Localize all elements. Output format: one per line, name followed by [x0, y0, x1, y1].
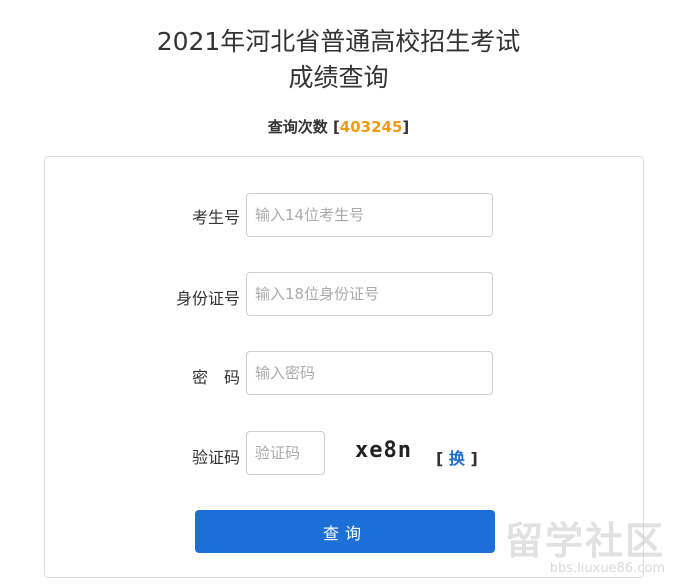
- id-card-label: 身份证号: [175, 289, 240, 308]
- refresh-label[interactable]: 换: [449, 449, 465, 468]
- exam-id-input[interactable]: [246, 193, 493, 237]
- counter-value: 403245: [339, 118, 403, 136]
- captcha-image[interactable]: xe8n: [355, 438, 412, 463]
- title-line-1: 2021年河北省普通高校招生考试: [156, 27, 521, 56]
- password-label: 密 码: [191, 368, 240, 387]
- title-line-2: 成绩查询: [288, 63, 389, 92]
- watermark-url: bbs.liuxue86.com: [549, 561, 665, 576]
- id-card-input[interactable]: [246, 272, 493, 316]
- page-title: 2021年河北省普通高校招生考试 成绩查询: [0, 24, 677, 96]
- query-counter: 查询次数 [403245]: [0, 116, 677, 137]
- query-submit-button[interactable]: 查询: [195, 510, 495, 553]
- captcha-label: 验证码: [191, 448, 240, 467]
- refresh-open-bracket: [: [436, 449, 449, 468]
- password-input[interactable]: [246, 351, 493, 395]
- watermark-brand: 留学社区: [504, 519, 665, 563]
- exam-id-label: 考生号: [191, 208, 240, 227]
- site-watermark: 留学社区 bbs.liuxue86.com: [505, 521, 665, 576]
- refresh-close-bracket: ]: [464, 449, 478, 468]
- captcha-input[interactable]: [246, 431, 325, 475]
- counter-label: 查询次数 [: [267, 118, 340, 136]
- counter-suffix: ]: [402, 118, 410, 136]
- refresh-captcha-button[interactable]: [ 换 ]: [436, 445, 478, 469]
